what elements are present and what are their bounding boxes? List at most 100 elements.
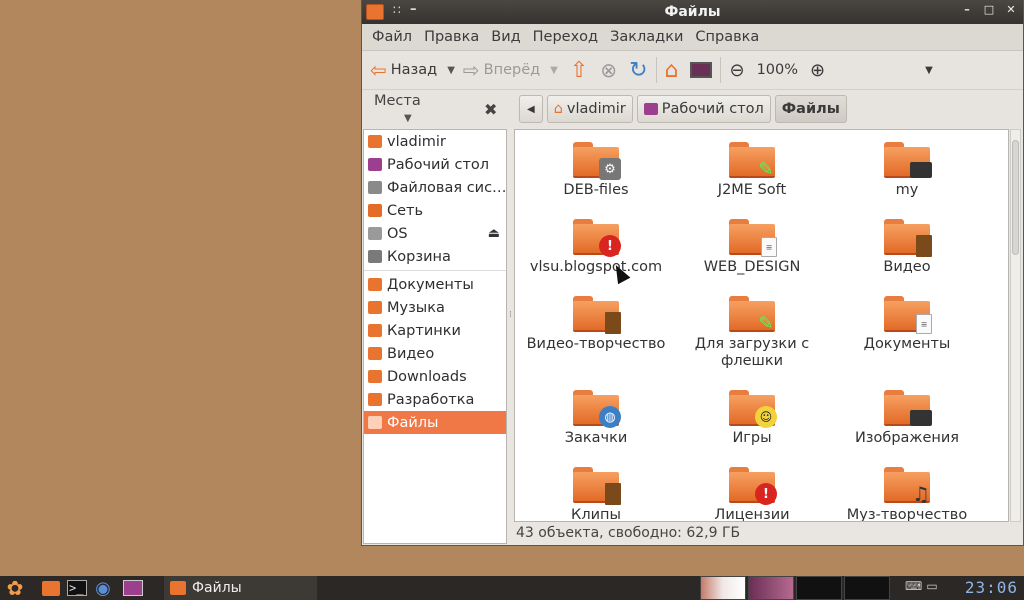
- close-button[interactable]: ✕: [1005, 3, 1017, 16]
- vertical-scrollbar[interactable]: [1010, 129, 1021, 522]
- crumb-home[interactable]: ⌂ vladimir: [546, 95, 633, 123]
- folder-item[interactable]: ! Лицензии: [677, 463, 827, 521]
- stop-icon[interactable]: ⊗: [600, 58, 617, 82]
- workspace-3[interactable]: [796, 576, 842, 600]
- menu-edit[interactable]: Правка: [418, 29, 485, 45]
- menu-go[interactable]: Переход: [527, 29, 604, 45]
- crumb-files[interactable]: Файлы: [774, 95, 847, 123]
- sidebar-item-video[interactable]: Видео: [364, 342, 506, 365]
- crumb-desktop[interactable]: Рабочий стол: [636, 95, 771, 123]
- file-manager-launcher-icon[interactable]: [40, 578, 62, 598]
- sidebar-item-filesystem[interactable]: Файловая сис…: [364, 176, 506, 199]
- zoom-in-icon[interactable]: ⊕: [810, 60, 825, 81]
- browser-globe-icon[interactable]: ◉: [92, 578, 114, 599]
- folder-item[interactable]: ✎ J2ME Soft: [677, 138, 827, 199]
- folder-item[interactable]: ♫ Муз-творчество: [832, 463, 982, 521]
- folder-icon: [884, 215, 932, 257]
- monitor-emblem-icon: [910, 162, 932, 178]
- sidebar-item-development[interactable]: Разработка: [364, 388, 506, 411]
- folder-item-label: Документы: [863, 336, 951, 352]
- pane-resize-handle[interactable]: ⁞: [509, 310, 512, 320]
- breadcrumb-left-arrow[interactable]: ◀: [519, 95, 543, 123]
- maximize-button[interactable]: □: [983, 3, 995, 16]
- sidebar-item-label: Видео: [387, 345, 435, 362]
- home-icon: ⌂: [553, 101, 563, 117]
- eject-icon[interactable]: ⏏: [488, 226, 500, 241]
- back-history-dropdown[interactable]: ▼: [447, 65, 455, 76]
- folder-item[interactable]: ☺ Игры: [677, 386, 827, 447]
- folder-item[interactable]: my: [832, 138, 982, 199]
- places-selector[interactable]: Места ▼: [362, 93, 454, 125]
- terminal-icon[interactable]: >_: [66, 578, 88, 598]
- folder-item-label: Клипы: [571, 507, 621, 522]
- folder-item[interactable]: Видео-творчество: [521, 292, 671, 353]
- scrollbar-thumb[interactable]: [1012, 140, 1019, 255]
- folder-icon: [368, 278, 382, 291]
- sidebar-item-label: Документы: [387, 276, 474, 293]
- menu-bookmarks[interactable]: Закладки: [604, 29, 689, 45]
- folder-item[interactable]: ✎ Для загрузки с флешки: [677, 292, 827, 370]
- folder-icon: ♫: [884, 463, 930, 506]
- menu-help[interactable]: Справка: [689, 29, 765, 45]
- keyboard-icon[interactable]: ⌨: [905, 579, 922, 593]
- minimize-button[interactable]: –: [961, 3, 973, 16]
- close-sidebar-icon[interactable]: ✖: [484, 100, 497, 119]
- zoom-out-icon[interactable]: ⊖: [729, 60, 744, 81]
- sidebar-item-label: Downloads: [387, 368, 467, 385]
- taskbar-window-files[interactable]: Файлы: [164, 576, 317, 600]
- workspace-4[interactable]: [844, 576, 890, 600]
- computer-icon[interactable]: [690, 62, 713, 78]
- folder-item[interactable]: ≡ WEB_DESIGN: [677, 215, 827, 276]
- sidebar-item-trash[interactable]: Корзина: [364, 245, 506, 268]
- workspace-1[interactable]: [700, 576, 746, 600]
- menu-view[interactable]: Вид: [485, 29, 526, 45]
- folder-item[interactable]: Изображения: [832, 386, 982, 447]
- start-menu-icon[interactable]: ✿: [4, 576, 26, 600]
- folder-item[interactable]: Клипы: [521, 463, 671, 522]
- folder-music-icon: [368, 301, 382, 314]
- folder-item-label: DEB-files: [563, 182, 629, 198]
- sidebar-item-documents[interactable]: Документы: [364, 273, 506, 296]
- folder-item[interactable]: ◍ Закачки: [521, 386, 671, 447]
- battery-icon[interactable]: ▭: [926, 579, 937, 593]
- sidebar-item-music[interactable]: Музыка: [364, 296, 506, 319]
- folder-icon: [884, 386, 932, 426]
- sidebar-item-desktop[interactable]: Рабочий стол: [364, 153, 506, 176]
- sidebar-item-network[interactable]: Сеть: [364, 199, 506, 222]
- titlebar[interactable]: ∷ – Файлы – □ ✕: [362, 0, 1023, 24]
- up-arrow-icon[interactable]: ⇧: [570, 58, 588, 83]
- menu-file[interactable]: Файл: [366, 29, 418, 45]
- desktop-icon: [368, 158, 382, 171]
- smile-emblem-icon: ☺: [755, 406, 777, 428]
- sidebar-item-pictures[interactable]: Картинки: [364, 319, 506, 342]
- folder-item[interactable]: ! vlsu.blogspot.com: [521, 215, 671, 276]
- back-arrow-icon: ⇦: [370, 58, 387, 82]
- folder-item[interactable]: ⚙ DEB-files: [521, 138, 671, 199]
- film-emblem-icon: [916, 235, 932, 257]
- drive-icon: [368, 181, 382, 194]
- forward-history-dropdown[interactable]: ▼: [550, 65, 558, 76]
- alert-emblem-icon: !: [755, 483, 777, 505]
- workspace-2[interactable]: [748, 576, 794, 600]
- back-button[interactable]: ⇦ Назад: [370, 58, 437, 82]
- folder-item[interactable]: Видео: [832, 215, 982, 276]
- folder-item-label: Изображения: [854, 430, 960, 446]
- crumb-files-label: Файлы: [781, 101, 840, 117]
- home-icon[interactable]: ⌂: [665, 58, 679, 83]
- sidebar-item-home[interactable]: vladimir: [364, 130, 506, 153]
- folder-icon: ≡: [884, 292, 932, 334]
- folder-item[interactable]: ≡ Документы: [832, 292, 982, 353]
- show-desktop-icon[interactable]: [122, 578, 144, 598]
- places-sidebar: vladimir Рабочий стол Файловая сис… Сеть…: [363, 129, 507, 544]
- view-mode-dropdown[interactable]: ▼: [925, 65, 933, 76]
- sidebar-item-label: Файловая сис…: [387, 179, 506, 196]
- sidebar-item-label: Музыка: [387, 299, 445, 316]
- forward-button[interactable]: ⇨ Вперёд: [463, 58, 540, 82]
- clock[interactable]: 23:06: [965, 578, 1018, 597]
- sidebar-item-os[interactable]: OS ⏏: [364, 222, 506, 245]
- sidebar-item-downloads[interactable]: Downloads: [364, 365, 506, 388]
- reload-icon[interactable]: ↻: [629, 58, 647, 83]
- folder-video-icon: [368, 347, 382, 360]
- sidebar-item-files[interactable]: Файлы: [364, 411, 506, 434]
- folder-icon: !: [573, 215, 621, 257]
